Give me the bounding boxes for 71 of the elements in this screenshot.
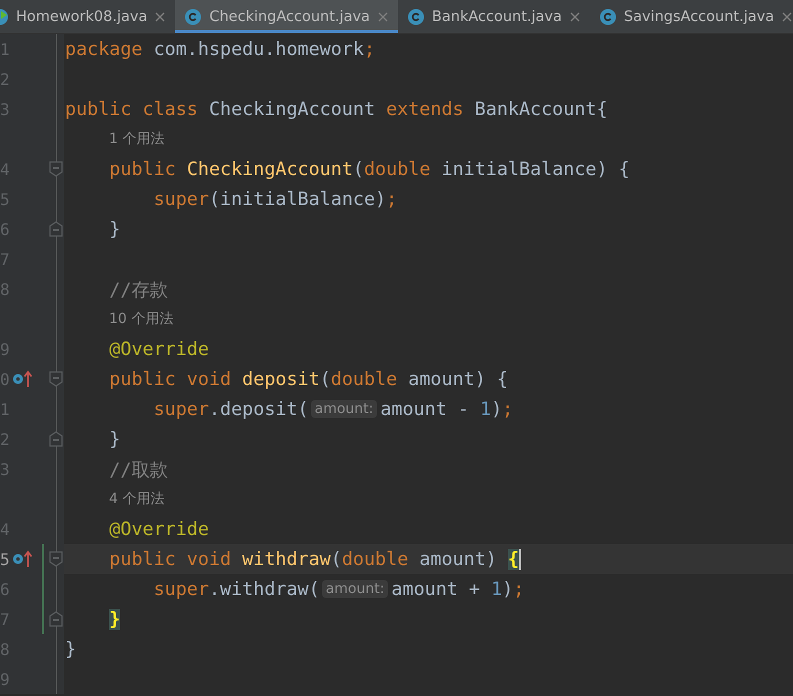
usage-hint[interactable]: 4 个用法 [65, 490, 164, 508]
code-text: ) [491, 398, 502, 420]
code-keyword: super [154, 398, 209, 420]
override-icon[interactable] [12, 370, 34, 388]
line-number: 5 [0, 550, 11, 568]
code-method: withdraw [242, 548, 331, 570]
editor-tab[interactable]: Homework08.java [0, 0, 176, 33]
code-text: } [65, 638, 76, 660]
class-icon [185, 8, 202, 24]
code-text: CheckingAccount [208, 98, 376, 120]
code-keyword: public class [65, 98, 199, 120]
code-text: } [109, 218, 120, 240]
code-number: 1 [480, 398, 492, 420]
code-text: amount - [380, 398, 470, 420]
code-comment: //取款 [109, 458, 168, 482]
class-icon [408, 8, 424, 24]
code-keyword: double [342, 548, 410, 570]
fold-icon[interactable] [49, 551, 63, 567]
code-text: amount) [419, 548, 498, 570]
code-text: ) [502, 578, 514, 600]
editor-tab[interactable]: BankAccount.java [398, 0, 590, 33]
parameter-hint: amount: [310, 400, 378, 418]
code-text: initialBalance) { [442, 158, 630, 180]
fold-icon[interactable] [49, 221, 63, 237]
fold-icon[interactable] [49, 371, 63, 387]
code-brace: } [109, 608, 120, 630]
code-text: .withdraw( [208, 578, 320, 600]
code-text: BankAccount{ [474, 98, 608, 120]
code-text: .deposit( [208, 398, 309, 420]
code-annotation: @Override [109, 518, 209, 540]
code-keyword: public void [109, 368, 232, 390]
code-text: amount + [391, 578, 481, 600]
close-icon[interactable] [570, 12, 580, 22]
override-icon[interactable] [12, 550, 34, 568]
fold-icon[interactable] [49, 431, 63, 447]
code-keyword: double [330, 368, 398, 390]
code-annotation: @Override [109, 338, 209, 360]
close-icon[interactable] [155, 12, 166, 22]
code-text: amount) { [408, 368, 508, 390]
code-keyword: super [154, 188, 209, 210]
code-keyword: public [109, 158, 177, 180]
code-brace: { [508, 548, 521, 570]
code-method: CheckingAccount [186, 158, 353, 180]
code-keyword: super [154, 578, 209, 600]
code-keyword: double [364, 158, 432, 180]
usage-hint[interactable]: 1 个用法 [65, 130, 164, 148]
usage-hint[interactable]: 10 个用法 [65, 310, 174, 328]
code-text: com.hspedu.homework [154, 38, 364, 60]
code-keyword: public void [109, 548, 232, 570]
code-keyword: package [65, 38, 144, 60]
code-number: 1 [491, 578, 502, 600]
code-text: } [109, 428, 120, 450]
code-method: deposit [242, 368, 320, 390]
class-icon [600, 8, 616, 24]
code-text: ( [320, 368, 331, 390]
code-keyword: ; [513, 578, 524, 600]
code-comment: //存款 [109, 278, 168, 302]
close-icon[interactable] [782, 12, 792, 22]
editor-tab[interactable]: CheckingAccount.java [175, 0, 398, 33]
code-text: (initialBalance) [208, 188, 386, 210]
parameter-hint: amount: [322, 580, 388, 598]
fold-icon[interactable] [49, 611, 63, 627]
close-icon[interactable] [378, 12, 388, 22]
code-keyword: ; [386, 188, 398, 210]
editor-tab[interactable]: SavingsAccount.java [590, 0, 793, 33]
code-keyword: extends [386, 98, 465, 120]
code-keyword: ; [364, 38, 376, 60]
code-text: ( [330, 548, 342, 570]
code-keyword: ; [502, 398, 514, 420]
fold-icon[interactable] [49, 161, 63, 177]
code-text: ( [352, 158, 364, 180]
